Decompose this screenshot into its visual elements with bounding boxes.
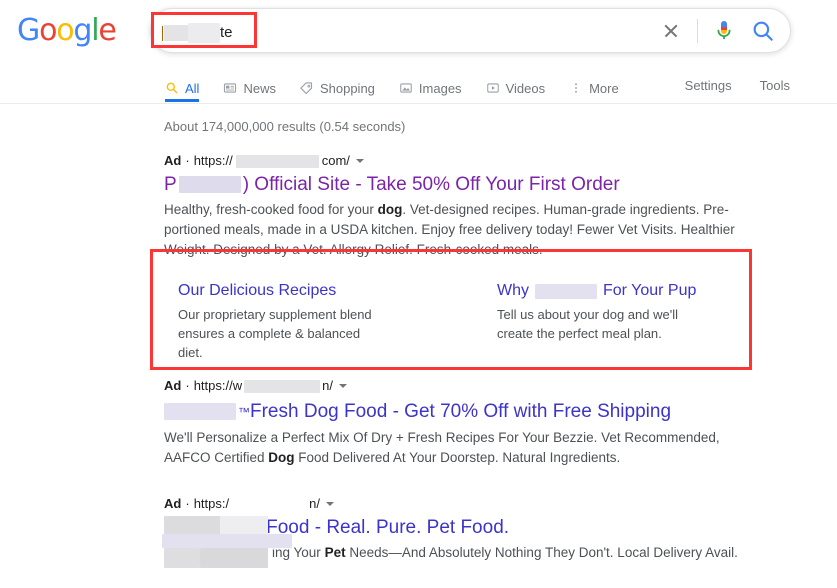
sitelink-2[interactable]: Why For Your Pup Tell us about your dog … bbox=[497, 280, 707, 362]
ad-badge: Ad bbox=[164, 496, 182, 511]
sitelink-description: Our proprietary supplement blend ensures… bbox=[178, 305, 388, 362]
ad-result-3[interactable]: Ad · https:/ n/ Dog Food - Real. Pure. P… bbox=[162, 496, 738, 568]
search-header: Google te All News Shopping Images Video… bbox=[0, 0, 837, 104]
search-input[interactable]: te bbox=[162, 23, 233, 43]
ad-url-line[interactable]: Ad · https://w n/ bbox=[164, 378, 720, 394]
desc-line-1: We'll Personalize a Perfect Mix Of Dry +… bbox=[164, 430, 720, 445]
redacted-domain bbox=[244, 379, 321, 393]
tab-label: All bbox=[185, 80, 200, 96]
ad-title[interactable]: ™ Fresh Dog Food - Get 70% Off with Free… bbox=[164, 397, 720, 425]
ad-result-1[interactable]: Ad · https:// com/ P ) Official Site - T… bbox=[164, 153, 735, 260]
tab-label: News bbox=[243, 80, 276, 96]
ad-badge: Ad bbox=[164, 378, 182, 393]
sitelink-title[interactable]: Why For Your Pup bbox=[497, 280, 707, 302]
tab-shopping[interactable]: Shopping bbox=[299, 73, 375, 103]
search-actions bbox=[657, 9, 776, 52]
tab-videos[interactable]: Videos bbox=[485, 73, 546, 103]
sitelink-title-prefix: Why bbox=[497, 282, 529, 299]
ad-title-suffix: Fresh Dog Food - Get 70% Off with Free S… bbox=[250, 400, 672, 422]
tab-images[interactable]: Images bbox=[398, 73, 462, 103]
redacted-query-part-2 bbox=[188, 23, 220, 43]
url-suffix: n/ bbox=[322, 378, 333, 393]
desc-line-1: Healthy, fresh-cooked food for your dog.… bbox=[164, 202, 729, 217]
tab-news[interactable]: News bbox=[222, 73, 276, 103]
sitelink-desc-line-1: Our proprietary supplement blend bbox=[178, 307, 372, 322]
tab-label: Shopping bbox=[319, 80, 375, 96]
google-logo[interactable]: Google bbox=[17, 16, 117, 46]
redacted-domain bbox=[235, 154, 319, 168]
separator: · bbox=[185, 153, 190, 168]
redacted-brand bbox=[535, 283, 597, 299]
ad-description: Healthy, fresh-cooked food for your dog.… bbox=[164, 200, 735, 260]
trademark-symbol: ™ bbox=[238, 405, 250, 419]
tab-more[interactable]: More bbox=[568, 73, 619, 103]
ad-result-2[interactable]: Ad · https://w n/ ™ Fresh Dog Food - Get… bbox=[164, 378, 720, 468]
search-icon bbox=[164, 80, 180, 96]
redacted-brand-block-2 bbox=[220, 516, 268, 534]
desc-line-2: AAFCO Certified Dog Food Delivered At Yo… bbox=[164, 450, 621, 465]
settings-button[interactable]: Settings bbox=[685, 78, 732, 93]
chevron-down-icon[interactable] bbox=[325, 502, 334, 506]
search-tabs: All News Shopping Images Videos More bbox=[164, 73, 642, 103]
redacted-brand bbox=[178, 176, 241, 193]
separator: · bbox=[185, 378, 190, 393]
chevron-down-icon[interactable] bbox=[355, 159, 364, 163]
sitelink-title-text: Our Delicious Recipes bbox=[178, 282, 337, 299]
sitelink-title[interactable]: Our Delicious Recipes bbox=[178, 280, 388, 302]
more-vertical-icon bbox=[568, 80, 584, 96]
redacted-brand-block-4 bbox=[164, 548, 200, 568]
desc-line-3: Weight. Designed by a Vet. Allergy Relie… bbox=[164, 242, 543, 257]
ad-title[interactable]: P ) Official Site - Take 50% Off Your Fi… bbox=[164, 172, 735, 197]
chevron-down-icon[interactable] bbox=[338, 384, 347, 388]
redacted-brand-block-3 bbox=[162, 534, 292, 548]
text-cursor bbox=[162, 25, 163, 41]
desc-line-2: portioned meals, made in a USDA kitchen.… bbox=[164, 222, 735, 237]
ad-url-line[interactable]: Ad · https:/ n/ bbox=[164, 496, 738, 512]
redacted-brand bbox=[164, 402, 236, 420]
sitelink-desc-line-1: Tell us about your dog and we'll bbox=[497, 307, 678, 322]
sitelink-title-suffix: For Your Pup bbox=[603, 282, 697, 299]
desc-line-1: ing Your Pet Needs—And Absolutely Nothin… bbox=[272, 545, 738, 560]
url-scheme: https:// bbox=[193, 153, 233, 168]
tools-button[interactable]: Tools bbox=[760, 78, 790, 93]
sitelink-description: Tell us about your dog and we'll create … bbox=[497, 305, 707, 343]
ad-title-prefix: P bbox=[164, 174, 177, 195]
search-query-visible: te bbox=[220, 24, 233, 41]
redacted-query-part-1 bbox=[164, 25, 190, 41]
sitelink-desc-line-2: create the perfect meal plan. bbox=[497, 326, 662, 341]
microphone-icon[interactable] bbox=[712, 18, 736, 44]
ad-badge: Ad bbox=[164, 153, 182, 168]
search-icon[interactable] bbox=[750, 18, 776, 44]
url-scheme: https:/ bbox=[193, 496, 230, 511]
divider bbox=[697, 18, 698, 43]
tab-label: Images bbox=[418, 80, 462, 96]
result-stats: About 174,000,000 results (0.54 seconds) bbox=[164, 119, 406, 134]
news-icon bbox=[222, 80, 238, 96]
url-suffix: com/ bbox=[321, 153, 350, 168]
tag-icon bbox=[299, 80, 315, 96]
ad-title-suffix: ) Official Site - Take 50% Off Your Firs… bbox=[242, 174, 620, 195]
image-icon bbox=[398, 80, 414, 96]
url-suffix: n/ bbox=[309, 496, 320, 511]
tab-label: More bbox=[589, 80, 619, 96]
ad-url-line[interactable]: Ad · https:// com/ bbox=[164, 153, 735, 169]
search-tools: Settings Tools bbox=[685, 78, 790, 93]
google-search-results-page: Google te All News Shopping Images Video… bbox=[0, 0, 837, 588]
close-icon[interactable] bbox=[657, 17, 685, 45]
search-box[interactable]: te bbox=[150, 8, 791, 53]
active-tab-indicator bbox=[165, 99, 199, 102]
sitelink-desc-line-2: ensures a complete & balanced diet. bbox=[178, 326, 361, 360]
tab-label: Videos bbox=[505, 80, 546, 96]
redacted-domain bbox=[231, 497, 308, 511]
content-clip-mask bbox=[153, 366, 751, 376]
url-scheme: https://w bbox=[193, 378, 243, 393]
sitelink-1[interactable]: Our Delicious Recipes Our proprietary su… bbox=[178, 280, 388, 362]
ad-sitelinks: Our Delicious Recipes Our proprietary su… bbox=[178, 280, 707, 362]
ad-description: We'll Personalize a Perfect Mix Of Dry +… bbox=[164, 428, 720, 468]
separator: · bbox=[185, 496, 190, 511]
video-icon bbox=[485, 80, 501, 96]
redacted-brand-block-5 bbox=[200, 548, 268, 568]
redacted-brand-block-1 bbox=[164, 516, 222, 534]
search-input-highlight: te bbox=[151, 12, 257, 48]
